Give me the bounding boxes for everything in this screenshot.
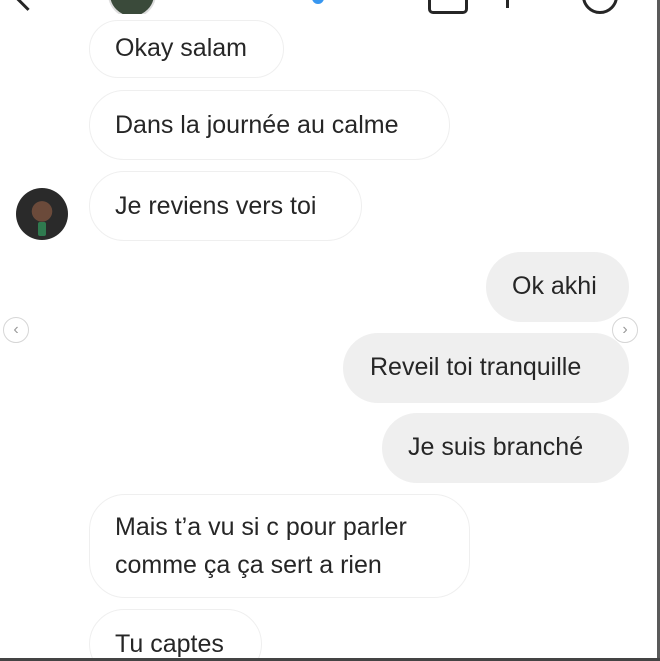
info-icon[interactable] (582, 0, 618, 14)
message-bubble-incoming[interactable]: Mais t’a vu si c pour parler comme ça ça… (89, 494, 470, 598)
contact-avatar[interactable] (108, 0, 156, 14)
chevron-left-icon[interactable] (14, 0, 41, 11)
message-text-line: comme ça ça sert a rien (115, 551, 382, 579)
message-bubble-incoming[interactable]: Dans la journée au calme (89, 90, 450, 160)
message-text: Je reviens vers toi (115, 192, 317, 220)
video-camera-icon[interactable] (428, 0, 468, 14)
message-bubble-incoming[interactable]: Tu captes (89, 609, 262, 661)
message-text: Ok akhi (512, 272, 597, 300)
message-bubble-outgoing[interactable]: Je suis branché (382, 413, 629, 483)
dm-conversation-screen: Okay salam Dans la journée au calme Je r… (0, 0, 660, 661)
message-bubble-outgoing[interactable]: Reveil toi tranquille (343, 333, 629, 403)
message-text: Reveil toi tranquille (370, 353, 582, 381)
message-text: Je suis branché (408, 433, 584, 461)
phone-icon[interactable] (506, 0, 509, 8)
message-text: Okay salam (115, 34, 247, 62)
carousel-prev-icon[interactable]: ‹ (3, 317, 29, 343)
message-text-line: Mais t’a vu si c pour parler (115, 513, 407, 541)
message-bubble-incoming[interactable]: Okay salam (89, 20, 284, 78)
message-bubble-incoming[interactable]: Je reviens vers toi (89, 171, 362, 241)
sender-avatar[interactable] (16, 188, 68, 240)
message-text: Dans la journée au calme (115, 111, 399, 139)
message-text: Tu captes (115, 630, 224, 658)
chevron-left-glyph: ‹ (13, 321, 19, 338)
message-bubble-outgoing[interactable]: Ok akhi (486, 252, 629, 322)
chevron-right-glyph: › (622, 321, 628, 338)
chat-header (0, 0, 660, 14)
carousel-next-icon[interactable]: › (612, 317, 638, 343)
contact-name-redacted[interactable] (170, 0, 280, 4)
verified-badge-icon (312, 0, 324, 4)
